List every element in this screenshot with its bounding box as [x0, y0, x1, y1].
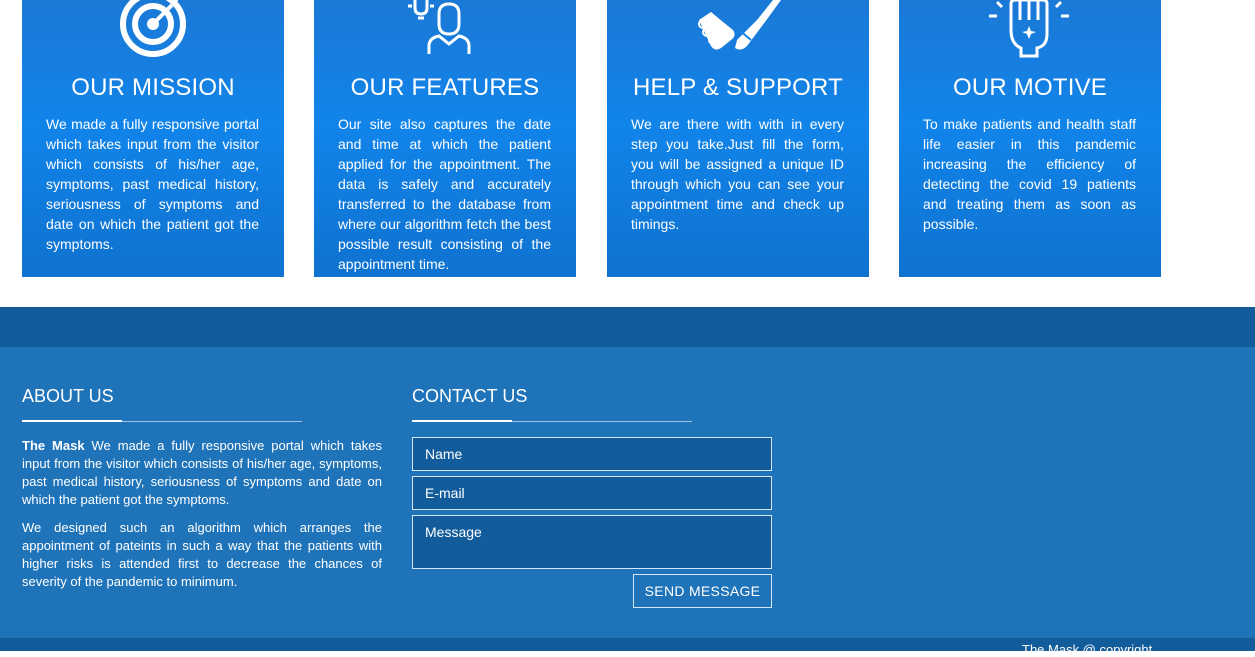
- card-text: We made a fully responsive portal which …: [46, 116, 259, 252]
- about-us-heading: ABOUT US: [22, 386, 114, 406]
- card-text: We are there with with in every step you…: [631, 116, 844, 232]
- copyright-text: The Mask @ copyright: [1022, 642, 1153, 657]
- card-help-support: HELP & SUPPORT We are there with with in…: [607, 0, 869, 277]
- card-title: OUR MISSION: [71, 74, 235, 101]
- info-cards: OUR MISSION We made a fully responsive p…: [0, 0, 1255, 277]
- card-title: HELP & SUPPORT: [633, 74, 843, 101]
- contact-us-heading: CONTACT US: [412, 386, 528, 406]
- target-icon: [22, 0, 284, 60]
- send-message-button[interactable]: SEND MESSAGE: [633, 574, 772, 608]
- raised-hand-icon: [899, 0, 1161, 60]
- card-our-motive: OUR MOTIVE To make patients and health s…: [899, 0, 1161, 277]
- card-our-mission: OUR MISSION We made a fully responsive p…: [22, 0, 284, 277]
- about-paragraph-1: The Mask We made a fully responsive port…: [22, 437, 382, 509]
- card-title: OUR FEATURES: [350, 74, 540, 101]
- handshake-icon: [607, 0, 869, 60]
- about-paragraph-2: We designed such an algorithm which arra…: [22, 520, 382, 589]
- doctor-idea-icon: [314, 0, 576, 60]
- card-our-features: OUR FEATURES Our site also captures the …: [314, 0, 576, 277]
- contact-us-divider: [412, 420, 692, 422]
- card-text: Our site also captures the date and time…: [338, 116, 551, 272]
- email-field[interactable]: [412, 476, 772, 510]
- card-text: To make patients and health staff life e…: [923, 116, 1136, 232]
- footer-top-band: [0, 307, 1255, 347]
- about-us-divider: [22, 420, 302, 422]
- brand-name: The Mask: [22, 438, 85, 453]
- card-title: OUR MOTIVE: [952, 74, 1107, 101]
- divider-accent: [22, 420, 122, 422]
- message-field[interactable]: [412, 515, 772, 569]
- name-field[interactable]: [412, 437, 772, 471]
- divider-accent: [412, 420, 512, 422]
